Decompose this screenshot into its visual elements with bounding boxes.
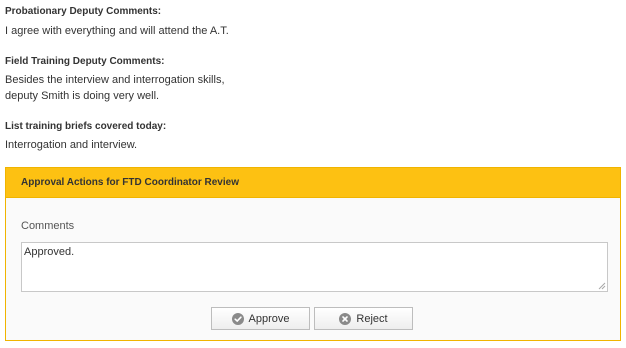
training-briefs-section: List training briefs covered today: Inte… — [5, 120, 166, 153]
field-training-comments-label: Field Training Deputy Comments: — [5, 56, 165, 67]
approval-panel-title: Approval Actions for FTD Coordinator Rev… — [6, 168, 620, 198]
comments-label: Comments — [21, 220, 75, 232]
field-training-comments-section: Field Training Deputy Comments: Besides … — [5, 55, 225, 104]
reject-button-label: Reject — [356, 312, 388, 325]
approve-button-label: Approve — [248, 312, 290, 325]
field-training-comments-text: Besides the interview and interrogation … — [5, 72, 225, 104]
probationary-comments-label: Probationary Deputy Comments: — [5, 6, 162, 17]
resize-grip-icon[interactable] — [597, 281, 606, 290]
training-briefs-label: List training briefs covered today: — [5, 121, 167, 132]
training-briefs-text: Interrogation and interview. — [5, 139, 138, 151]
field-training-comments-line-2: deputy Smith is doing very well. — [5, 90, 160, 102]
approval-actions-panel: Approval Actions for FTD Coordinator Rev… — [5, 167, 621, 341]
probationary-comments-text: I agree with everything and will attend … — [5, 25, 229, 37]
check-circle-icon — [231, 312, 244, 325]
reject-button[interactable]: Reject — [314, 307, 413, 330]
approve-button[interactable]: Approve — [211, 307, 310, 330]
x-circle-icon — [339, 312, 352, 325]
field-training-comments-line-1: Besides the interview and interrogation … — [5, 74, 225, 86]
probationary-comments-section: Probationary Deputy Comments: I agree wi… — [5, 5, 229, 39]
comments-textarea[interactable]: Approved. — [21, 242, 608, 292]
